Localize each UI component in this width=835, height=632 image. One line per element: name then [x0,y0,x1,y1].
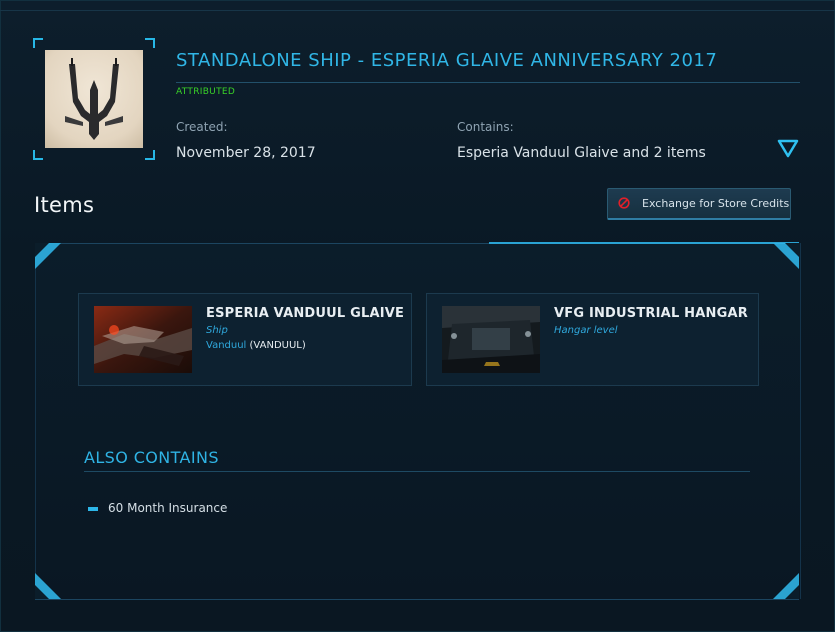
thumbnail-corner [33,38,43,48]
item-card-hangar[interactable]: VFG INDUSTRIAL HANGAR Hangar level [426,293,759,386]
ship-image [94,306,192,373]
contains-summary: Esperia Vanduul Glaive and 2 items [457,145,706,161]
created-label: Created: [176,120,228,134]
item-card-ship[interactable]: ESPERIA VANDUUL GLAIVE Ship Vanduul (VAN… [78,293,412,386]
status-badge: ATTRIBUTED [176,87,236,97]
item-type: Ship [206,325,228,336]
title-divider [176,82,800,83]
no-entry-icon [618,197,630,209]
hangar-image [442,306,540,373]
panel-bottom-border [35,599,799,600]
list-bullet-icon [88,507,98,511]
exchange-button-label: Exchange for Store Credits [642,197,790,210]
panel-corner-decoration [35,243,61,269]
panel-top-accent [489,242,799,244]
chevron-down-triangle-icon[interactable] [777,139,799,159]
pledge-thumbnail [33,38,155,160]
item-title: ESPERIA VANDUUL GLAIVE [206,306,405,321]
pledge-title: STANDALONE SHIP - ESPERIA GLAIVE ANNIVER… [176,50,718,71]
created-date: November 28, 2017 [176,145,316,161]
thumbnail-corner [145,150,155,160]
item-title: VFG INDUSTRIAL HANGAR [554,306,748,321]
also-contains-heading: ALSO CONTAINS [84,448,219,467]
panel-corner-decoration [773,243,799,269]
glaive-silhouette-image [45,50,143,148]
top-divider [0,10,835,11]
thumbnail-corner [145,38,155,48]
item-manufacturer: Vanduul (VANDUUL) [206,340,306,351]
panel-corner-decoration [773,573,799,599]
items-heading: Items [34,193,95,217]
exchange-for-store-credits-button[interactable]: Exchange for Store Credits [607,188,791,220]
also-contains-divider [84,471,750,472]
panel-corner-decoration [35,573,61,599]
manufacturer-code: (VANDUUL) [249,340,306,351]
contains-label: Contains: [457,120,514,134]
thumbnail-corner [33,150,43,160]
also-contains-item: 60 Month Insurance [108,501,228,515]
item-type: Hangar level [554,325,618,336]
manufacturer-name: Vanduul [206,340,247,351]
